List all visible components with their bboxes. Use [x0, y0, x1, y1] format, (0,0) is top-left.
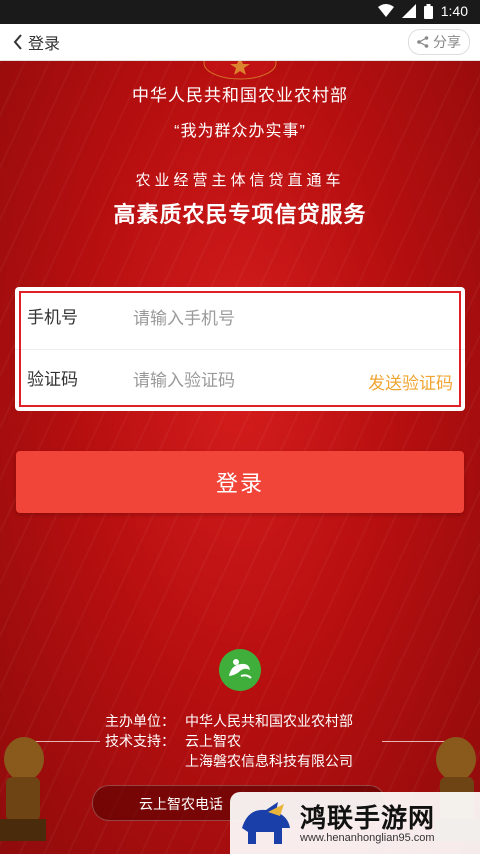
- share-button[interactable]: 分享: [408, 29, 470, 55]
- verification-code-input[interactable]: [131, 365, 365, 397]
- tech-value-2: 上海磐农信息科技有限公司: [185, 753, 353, 769]
- code-row: 验证码 发送验证码: [15, 350, 465, 410]
- share-label: 分享: [433, 34, 461, 50]
- wifi-icon: [377, 4, 394, 17]
- phone-label: 手机号: [27, 308, 78, 327]
- slogan: “我为群众办实事”: [174, 123, 306, 140]
- subtitle: 农业经营主体信贷直通车: [135, 172, 345, 189]
- main-content: 中华人民共和国农业农村部 “我为群众办实事” 农业经营主体信贷直通车 高素质农民…: [0, 61, 480, 854]
- login-form: 手机号 验证码 发送验证码: [15, 287, 465, 411]
- share-icon: [417, 36, 429, 48]
- watermark: 鸿联手游网 www.henanhonglian95.com: [230, 792, 480, 854]
- battery-icon: [423, 3, 433, 19]
- phone-input[interactable]: [131, 303, 365, 335]
- login-button[interactable]: 登录: [16, 451, 464, 513]
- headline: 高素质农民专项信贷服务: [113, 202, 367, 227]
- status-bar: 1:40: [0, 0, 480, 24]
- nav-bar: 登录 分享: [0, 24, 480, 61]
- sponsor-value: 中华人民共和国农业农村部: [185, 713, 353, 729]
- back-button[interactable]: 登录: [12, 29, 60, 55]
- tech-key: 技术支持：: [105, 733, 175, 749]
- tech-value-1: 云上智农: [185, 733, 241, 749]
- hotline-label: 云上智农电话: [139, 796, 223, 812]
- app-logo-icon: [219, 649, 261, 691]
- back-label: 登录: [28, 36, 61, 53]
- status-icons: 1:40: [377, 3, 468, 19]
- watermark-title: 鸿联手游网: [300, 803, 436, 833]
- send-code-button[interactable]: 发送验证码: [368, 369, 453, 394]
- watermark-url: www.henanhonglian95.com: [300, 832, 435, 844]
- clock: 1:40: [440, 3, 468, 19]
- org-title: 中华人民共和国农业农村部: [132, 86, 348, 105]
- left-lion-statue: [0, 737, 46, 841]
- sponsor-key: 主办单位：: [105, 713, 175, 729]
- signal-icon: [401, 4, 416, 18]
- credits: 主办单位： 中华人民共和国农业农村部 技术支持： 云上智农 上海磐农信息科技有限…: [105, 711, 353, 771]
- code-label: 验证码: [27, 370, 78, 389]
- national-emblem-icon: [203, 61, 277, 80]
- back-chevron-icon: [13, 34, 22, 50]
- phone-row: 手机号: [15, 289, 465, 350]
- watermark-logo-icon: [242, 802, 290, 844]
